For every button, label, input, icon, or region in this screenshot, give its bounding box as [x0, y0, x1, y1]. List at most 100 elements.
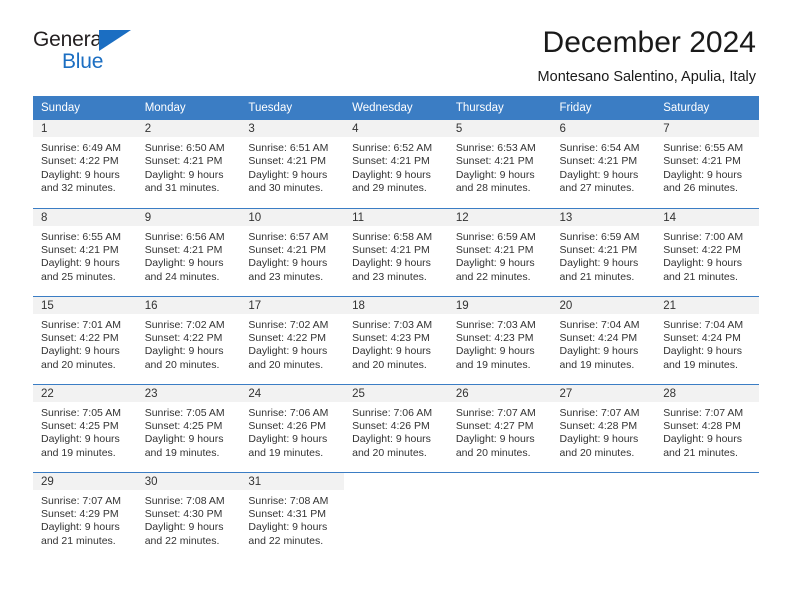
day-sunset-text: Sunset: 4:23 PM [352, 331, 430, 344]
calendar-day-cell[interactable]: 20 Sunrise: 7:04 AM Sunset: 4:24 PM Dayligh… [551, 295, 656, 384]
day-details: Sunrise: 6:55 AM Sunset: 4:21 PM Daylight:… [655, 137, 759, 196]
day-daylight-line1-text: Daylight: 9 hours [248, 257, 328, 270]
calendar-day-cell[interactable]: 12 Sunrise: 6:59 AM Sunset: 4:21 PM Dayligh… [447, 207, 552, 296]
day-daylight-line1-text: Daylight: 9 hours [352, 345, 431, 358]
day-sunrise-text: Sunrise: 6:59 AM [455, 230, 536, 243]
logo-text-blue: Blue [62, 50, 104, 73]
day-details: Sunrise: 7:00 AM Sunset: 4:22 PM Daylight:… [655, 226, 759, 285]
calendar-day-cell[interactable]: 2 Sunrise: 6:50 AM Sunset: 4:21 PM Daylight… [136, 120, 241, 208]
day-sunrise-text: Sunrise: 7:04 AM [663, 318, 744, 331]
day-sunset-text: Sunset: 4:21 PM [352, 155, 430, 168]
day-daylight-line2-text: and 30 minutes. [248, 182, 324, 195]
day-sunrise-text: Sunrise: 6:57 AM [248, 230, 329, 243]
calendar-week-row: 22 Sunrise: 7:05 AM Sunset: 4:25 PM Dayligh… [33, 383, 759, 472]
generalblue-logo[interactable]: General Blue [33, 26, 143, 78]
day-sunset-text: Sunset: 4:27 PM [455, 419, 534, 432]
day-daylight-line2-text: and 31 minutes. [144, 182, 220, 195]
day-daylight-line1-text: Daylight: 9 hours [41, 257, 120, 270]
calendar-day-cell[interactable]: 23 Sunrise: 7:05 AM Sunset: 4:25 PM Dayligh… [136, 383, 241, 472]
day-sunrise-text: Sunrise: 6:50 AM [144, 142, 225, 154]
day-sunrise-text: Sunrise: 6:54 AM [559, 142, 640, 154]
calendar-day-cell[interactable]: 18 Sunrise: 7:03 AM Sunset: 4:23 PM Dayligh… [344, 295, 448, 384]
calendar-day-cell[interactable]: 7 Sunrise: 6:55 AM Sunset: 4:21 PM Daylight… [655, 120, 759, 208]
day-number: 18 [344, 296, 448, 314]
calendar-day-cell[interactable]: 3 Sunrise: 6:51 AM Sunset: 4:21 PM Daylight… [240, 120, 345, 208]
day-daylight-line1-text: Daylight: 9 hours [559, 433, 639, 446]
day-details: Sunrise: 7:02 AM Sunset: 4:22 PM Daylight:… [240, 314, 344, 373]
day-sunset-text: Sunset: 4:31 PM [248, 507, 327, 520]
calendar-day-cell[interactable]: 5 Sunrise: 6:53 AM Sunset: 4:21 PM Daylight… [447, 120, 552, 208]
day-details: Sunrise: 7:07 AM Sunset: 4:27 PM Daylight:… [448, 402, 552, 461]
day-details: Sunrise: 6:50 AM Sunset: 4:21 PM Daylight:… [137, 137, 241, 196]
calendar-day-cell[interactable]: 6 Sunrise: 6:54 AM Sunset: 4:21 PM Daylight… [551, 120, 656, 208]
page-header: General Blue December 2024 Montesano Sal… [0, 0, 792, 96]
day-details: Sunrise: 7:01 AM Sunset: 4:22 PM Daylight:… [33, 314, 137, 373]
day-sunrise-text: Sunrise: 6:49 AM [41, 142, 121, 154]
calendar-day-cell[interactable]: 14 Sunrise: 7:00 AM Sunset: 4:22 PM Dayligh… [655, 207, 759, 296]
weekday-header-friday: Friday [551, 96, 656, 120]
calendar-day-cell[interactable]: 16 Sunrise: 7:02 AM Sunset: 4:22 PM Dayligh… [136, 295, 241, 384]
calendar-day-cell[interactable]: 27 Sunrise: 7:07 AM Sunset: 4:28 PM Dayligh… [551, 383, 656, 472]
calendar-day-cell[interactable]: 19 Sunrise: 7:03 AM Sunset: 4:23 PM Dayligh… [447, 295, 552, 384]
day-details: Sunrise: 7:05 AM Sunset: 4:25 PM Daylight:… [33, 402, 137, 461]
day-sunset-text: Sunset: 4:21 PM [144, 155, 223, 168]
day-daylight-line1-text: Daylight: 9 hours [248, 521, 328, 534]
day-sunset-text: Sunset: 4:21 PM [41, 243, 119, 256]
day-details: Sunrise: 6:54 AM Sunset: 4:21 PM Daylight:… [552, 137, 656, 196]
day-sunset-text: Sunset: 4:29 PM [41, 507, 119, 520]
day-daylight-line2-text: and 19 minutes. [144, 446, 220, 459]
calendar-day-cell[interactable]: 25 Sunrise: 7:06 AM Sunset: 4:26 PM Dayligh… [344, 383, 448, 472]
calendar-day-cell[interactable]: 11 Sunrise: 6:58 AM Sunset: 4:21 PM Dayligh… [344, 207, 448, 296]
day-daylight-line1-text: Daylight: 9 hours [144, 257, 224, 270]
calendar-day-cell[interactable]: 17 Sunrise: 7:02 AM Sunset: 4:22 PM Dayligh… [240, 295, 345, 384]
weekday-header-tuesday: Tuesday [240, 96, 345, 120]
calendar-week-row: 8 Sunrise: 6:55 AM Sunset: 4:21 PM Daylight… [33, 207, 759, 296]
day-details: Sunrise: 7:08 AM Sunset: 4:30 PM Daylight:… [137, 490, 241, 549]
calendar-day-cell[interactable]: 13 Sunrise: 6:59 AM Sunset: 4:21 PM Dayligh… [551, 207, 656, 296]
day-sunrise-text: Sunrise: 7:05 AM [144, 406, 225, 419]
day-sunrise-text: Sunrise: 7:01 AM [41, 318, 121, 331]
day-details: Sunrise: 6:49 AM Sunset: 4:22 PM Daylight:… [33, 137, 137, 196]
day-sunrise-text: Sunrise: 6:55 AM [663, 142, 744, 154]
calendar-day-cell[interactable]: 10 Sunrise: 6:57 AM Sunset: 4:21 PM Dayligh… [240, 207, 345, 296]
day-number: 10 [240, 208, 345, 226]
day-daylight-line2-text: and 21 minutes. [663, 270, 738, 283]
day-number: 29 [33, 472, 137, 490]
day-daylight-line1-text: Daylight: 9 hours [663, 433, 743, 446]
calendar-week-row: 29 Sunrise: 7:07 AM Sunset: 4:29 PM Dayligh… [33, 471, 759, 560]
day-daylight-line1-text: Daylight: 9 hours [663, 345, 743, 358]
calendar-day-cell[interactable]: 29 Sunrise: 7:07 AM Sunset: 4:29 PM Dayligh… [33, 471, 137, 560]
calendar-day-cell[interactable]: 30 Sunrise: 7:08 AM Sunset: 4:30 PM Dayligh… [136, 471, 241, 560]
weekday-header-wednesday: Wednesday [344, 96, 448, 120]
calendar-day-cell[interactable]: 21 Sunrise: 7:04 AM Sunset: 4:24 PM Dayligh… [655, 295, 759, 384]
calendar-day-cell[interactable]: 26 Sunrise: 7:07 AM Sunset: 4:27 PM Dayligh… [447, 383, 552, 472]
day-number: 28 [655, 384, 759, 402]
calendar-day-cell[interactable]: 9 Sunrise: 6:56 AM Sunset: 4:21 PM Daylight… [136, 207, 241, 296]
calendar-header-row: Sunday Monday Tuesday Wednesday Thursday… [33, 96, 759, 120]
day-number: 2 [136, 120, 241, 137]
calendar-day-cell[interactable]: 28 Sunrise: 7:07 AM Sunset: 4:28 PM Dayligh… [655, 383, 759, 472]
day-sunrise-text: Sunrise: 7:00 AM [663, 230, 744, 243]
page-subtitle: Montesano Salentino, Apulia, Italy [537, 68, 756, 85]
day-sunset-text: Sunset: 4:22 PM [41, 155, 119, 168]
calendar-day-cell[interactable]: 4 Sunrise: 6:52 AM Sunset: 4:21 PM Daylight… [344, 120, 448, 208]
day-daylight-line1-text: Daylight: 9 hours [41, 168, 120, 181]
day-sunset-text: Sunset: 4:30 PM [144, 507, 223, 520]
day-sunset-text: Sunset: 4:22 PM [144, 331, 223, 344]
day-daylight-line1-text: Daylight: 9 hours [41, 433, 120, 446]
calendar-day-cell[interactable]: 22 Sunrise: 7:05 AM Sunset: 4:25 PM Dayligh… [33, 383, 137, 472]
day-sunset-text: Sunset: 4:28 PM [559, 419, 638, 432]
calendar-day-cell[interactable]: 15 Sunrise: 7:01 AM Sunset: 4:22 PM Dayligh… [33, 295, 137, 384]
day-sunrise-text: Sunrise: 7:07 AM [455, 406, 536, 419]
day-sunset-text: Sunset: 4:25 PM [41, 419, 119, 432]
day-details: Sunrise: 6:56 AM Sunset: 4:21 PM Daylight:… [137, 226, 241, 285]
calendar-day-cell[interactable]: 8 Sunrise: 6:55 AM Sunset: 4:21 PM Daylight… [33, 207, 137, 296]
calendar-container: Sunday Monday Tuesday Wednesday Thursday… [33, 96, 759, 560]
calendar-day-cell[interactable]: 1 Sunrise: 6:49 AM Sunset: 4:22 PM Daylight… [33, 120, 137, 208]
day-daylight-line1-text: Daylight: 9 hours [559, 168, 639, 181]
day-details: Sunrise: 7:07 AM Sunset: 4:28 PM Daylight:… [655, 402, 759, 461]
day-number: 26 [447, 384, 552, 402]
day-number: 4 [344, 120, 448, 137]
calendar-day-cell[interactable]: 24 Sunrise: 7:06 AM Sunset: 4:26 PM Dayligh… [240, 383, 345, 472]
calendar-day-cell[interactable]: 31 Sunrise: 7:08 AM Sunset: 4:31 PM Dayligh… [240, 471, 345, 560]
